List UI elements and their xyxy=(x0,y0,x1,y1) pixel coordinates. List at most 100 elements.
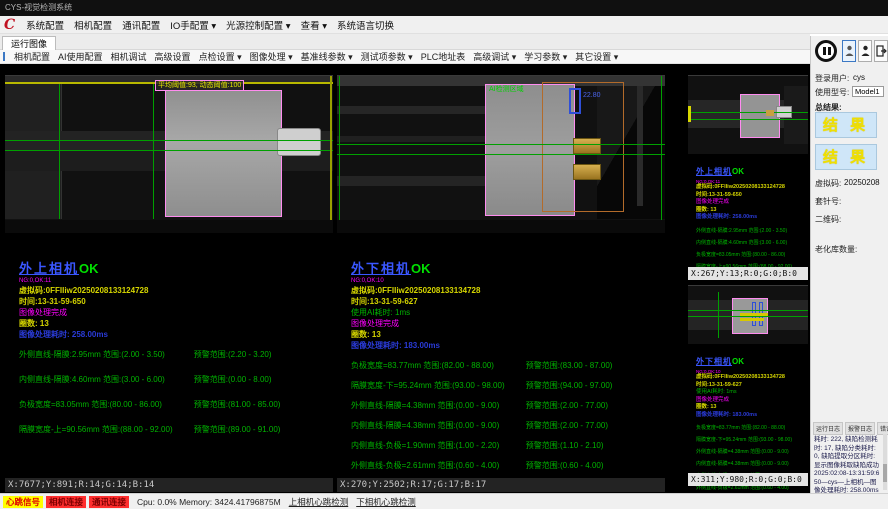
camera-done: 图像处理完成 xyxy=(351,318,663,329)
menu-item[interactable]: 通讯配置 xyxy=(117,21,165,32)
upper-camera-heartbeat-link[interactable]: 上相机心跳检测 xyxy=(289,496,349,508)
camera-time: 时间:13-31-59-627 xyxy=(351,296,663,307)
camera-result-text-lower: 外下相机OK NG:0,OK:10 虚拟码:0FFIIiw20250208133… xyxy=(351,232,663,480)
measurement-warn-range: 预警范围:(81.00 - 85.00) xyxy=(194,399,331,410)
scene-yellow-tick xyxy=(688,106,691,122)
camera-image-lower[interactable]: AI检测区域 22.80 xyxy=(337,75,665,233)
app-window: CYS-视觉检测系统 Ϲ 系统配置相机配置通讯配置IO手配置 ▾光源控制配置 ▾… xyxy=(0,0,888,522)
measurement-warn-range: 预警范围:(2.00 - 77.00) xyxy=(526,400,663,411)
camera-elapsed: 图像处理耗时: 183.00ms xyxy=(696,412,806,420)
cpu-memory-text: Cpu: 0.0% Memory: 3424.41796875M xyxy=(137,497,281,507)
camera-serial: 虚拟码:0FFIIiw20250208133124728 xyxy=(696,184,806,192)
measurement-value: 内侧直线-隔膜:4.60mm 范围:(3.00 - 6.00) xyxy=(19,374,194,385)
camera-serial: 虚拟码:0FFIIiw20250208133124728 xyxy=(19,285,331,296)
coordinate-readout-lower: X:270;Y:2502;R:17;G:17;B:17 xyxy=(337,478,665,492)
toolbar-item[interactable]: PLC地址表 xyxy=(417,50,470,63)
toolbar-item[interactable]: 图像处理 ▾ xyxy=(246,50,297,63)
camera-elapsed: 图像处理耗时: 258.00ms xyxy=(696,214,806,222)
scene-green-vline xyxy=(153,84,154,219)
log-tab[interactable]: 运行日志 xyxy=(813,422,843,435)
camera-link-badge: 相机连接 xyxy=(46,496,86,508)
tab-run-image[interactable]: 运行图像 xyxy=(2,36,56,51)
user-icon xyxy=(845,45,854,57)
scene-band xyxy=(337,106,487,114)
camera-result-text-upper: 外上相机OK NG:0,OK:11 虚拟码:0FFIIiw20250208133… xyxy=(19,232,331,449)
desktop-background xyxy=(0,509,888,522)
log-scrollbar[interactable] xyxy=(883,434,887,490)
virtual-code-label: 虚拟码: xyxy=(815,178,841,189)
measurement-warn-range: 预警范围:(1.10 - 2.10) xyxy=(526,440,663,451)
measurement-row: 内侧直线-隔膜=4.38mm 范围:(0.00 - 9.00) xyxy=(696,460,806,467)
measurement-value: 负极宽度=83.05mm 范围:(80.00 - 86.00) xyxy=(19,399,194,410)
scene-roi-blue xyxy=(569,88,581,114)
scene-green-line xyxy=(337,144,665,145)
scrollbar-thumb[interactable] xyxy=(883,464,887,482)
scene-green-line xyxy=(337,154,665,155)
toolbar-item[interactable]: 高级调试 ▾ xyxy=(469,50,520,63)
camera-thumb-image-upper[interactable] xyxy=(688,75,808,154)
camera-done: 图像处理完成 xyxy=(696,397,806,405)
pause-icon xyxy=(823,47,826,55)
camera-done: 图像处理完成 xyxy=(696,199,806,207)
measurement-row: 负极宽度=83.05mm 范围:(80.00 - 86.00) xyxy=(696,251,806,258)
toolbar-item[interactable]: 其它设置 ▾ xyxy=(571,50,622,63)
exit-door-icon xyxy=(876,45,887,57)
user-login-button[interactable] xyxy=(842,40,856,62)
toolbar-item[interactable]: 相机配置 xyxy=(10,50,54,63)
measurement-value: 外侧直线-隔膜=4.38mm 范围:(0.00 - 9.00) xyxy=(696,448,806,455)
measurement-row: 负极宽度=83.77mm 范围:(82.00 - 88.00) xyxy=(696,424,806,431)
scene-contact xyxy=(766,110,774,116)
app-logo-icon: Ϲ xyxy=(4,17,15,33)
toolbar-item[interactable]: 点检设置 ▾ xyxy=(195,50,246,63)
scene-cell-block xyxy=(740,94,780,138)
coordinate-readout-thumb-lower: X:311;Y:980;R:0;G:0;B:0 xyxy=(688,473,808,486)
toolbar-item[interactable]: 高级设置 xyxy=(151,50,195,63)
camera-thumb-image-lower[interactable] xyxy=(688,285,808,344)
toolbar-item[interactable]: 学习参数 ▾ xyxy=(520,50,571,63)
measurement-warn-range: 预警范围:(2.00 - 77.00) xyxy=(526,420,663,431)
scene-green-line xyxy=(688,310,808,311)
camera-serial: 虚拟码:0FFIIiw20250208133134728 xyxy=(351,285,663,296)
model-select[interactable]: Model1 xyxy=(852,86,884,97)
needle-number-label: 套针号: xyxy=(815,196,841,207)
camera-status: OK xyxy=(411,261,431,276)
toolbar-items: 相机配置AI使用配置相机调试高级设置点检设置 ▾图像处理 ▾基准线参数 ▾测试项… xyxy=(10,50,622,63)
scene-green-vline xyxy=(339,76,340,233)
measurement-row: 内侧直线-负极=1.90mm 范围:(1.00 - 2.20)预警范围:(1.1… xyxy=(351,440,663,451)
toolbar-item[interactable]: 测试项参数 ▾ xyxy=(357,50,417,63)
camera-counter: NG:0,OK:11 xyxy=(19,278,331,285)
menu-item[interactable]: 系统语言切换 xyxy=(332,21,399,32)
measurement-value: 负极宽度=83.77mm 范围:(82.00 - 88.00) xyxy=(696,424,806,431)
camera-title: 外上相机 xyxy=(19,261,79,276)
menu-item[interactable]: 查看 ▾ xyxy=(296,21,332,32)
menu-bar: Ϲ 系统配置相机配置通讯配置IO手配置 ▾光源控制配置 ▾查看 ▾系统语言切换 xyxy=(0,16,888,34)
menu-item[interactable]: 光源控制配置 ▾ xyxy=(221,21,295,32)
result-box-lower: 结 果 xyxy=(815,144,877,170)
measurement-row: 外侧直线-隔膜:2.95mm 范围:(2.00 - 3.50)预警范围:(2.2… xyxy=(19,349,331,360)
toolbar-item[interactable]: 基准线参数 ▾ xyxy=(297,50,357,63)
camera-serial: 虚拟码:0FFIIiw20250208133134728 xyxy=(696,374,806,382)
camera-image-upper[interactable]: 平均阈值:93, 动态阈值:100 xyxy=(5,75,333,233)
camera-title: 外下相机 xyxy=(351,261,411,276)
toolbar-item[interactable]: AI使用配置 xyxy=(54,50,107,63)
menu-item[interactable]: 系统配置 xyxy=(21,21,69,32)
menu-item[interactable]: 相机配置 xyxy=(69,21,117,32)
measurement-row: 外侧直线-隔膜:2.95mm 范围:(2.00 - 3.50) xyxy=(696,227,806,234)
menu-item[interactable]: IO手配置 ▾ xyxy=(165,21,221,32)
measurement-value: 隔膜宽度-下=95.24mm 范围:(93.00 - 98.00) xyxy=(351,380,526,391)
camera-rounds: 圈数: 13 xyxy=(351,329,663,340)
measurement-row: 隔膜宽度-下=95.24mm 范围:(93.00 - 98.00)预警范围:(9… xyxy=(351,380,663,391)
status-bar: 心跳信号 相机连接 通讯连接 Cpu: 0.0% Memory: 3424.41… xyxy=(0,493,888,509)
user-switch-button[interactable] xyxy=(858,40,872,62)
log-tab[interactable]: 报警日志 xyxy=(845,422,875,435)
result-box-upper: 结 果 xyxy=(815,112,877,138)
side-control-panel: 登录用户: cys 使用型号: Model1 总结果: 结 果 结 果 虚拟码:… xyxy=(810,36,888,493)
pause-button[interactable] xyxy=(815,40,837,62)
measurement-value: 内侧直线-隔膜:4.60mm 范围:(3.00 - 6.00) xyxy=(696,239,806,246)
scene-green-line xyxy=(688,112,808,113)
measurement-row: 隔膜宽度-上=90.56mm 范围:(88.00 - 92.00)预警范围:(8… xyxy=(19,424,331,435)
measurement-value: 内侧直线-隔膜=4.38mm 范围:(0.00 - 9.00) xyxy=(696,460,806,467)
exit-button[interactable] xyxy=(874,40,888,62)
toolbar-item[interactable]: 相机调试 xyxy=(107,50,151,63)
lower-camera-heartbeat-link[interactable]: 下相机心跳检测 xyxy=(356,496,416,508)
